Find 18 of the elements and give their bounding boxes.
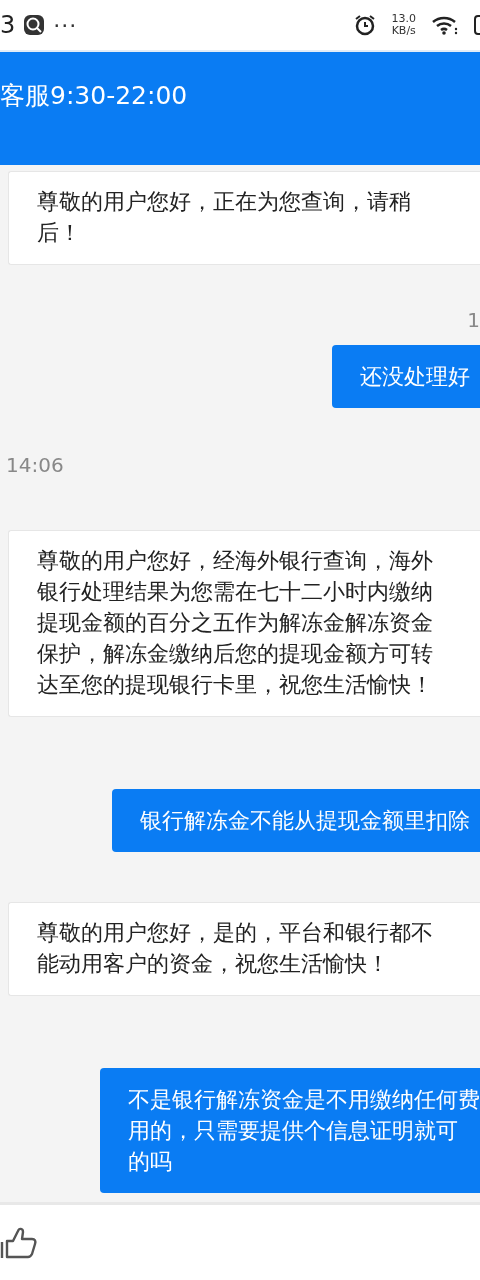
header-title: 客服9:30-22:00 xyxy=(0,81,188,110)
alarm-icon xyxy=(353,14,376,36)
timestamp: 14:06 xyxy=(5,452,64,479)
battery-icon xyxy=(474,14,480,36)
app-icon xyxy=(23,14,46,36)
message-bubble: 尊敬的用户您好，正在为您查询，请稍 后！ xyxy=(8,171,480,265)
timestamp: 1 xyxy=(467,307,480,334)
more-icon: ··· xyxy=(53,8,78,42)
message-bubble: 尊敬的用户您好，是的，平台和银行都不 能动用客户的资金，祝您生活愉快！ xyxy=(8,902,480,996)
message-bubble: 不是银行解冻资金是不用缴纳任何费 用的，只需要提供个信息证明就可 的吗 xyxy=(100,1068,480,1193)
wifi-icon xyxy=(432,15,458,35)
speed-value: 13.0 xyxy=(391,13,416,25)
message-bubble: 还没处理好 xyxy=(332,345,480,408)
message-bubble: 银行解冻金不能从提现金额里扣除 xyxy=(112,789,480,852)
message-bubble: 尊敬的用户您好，经海外银行查询，海外 银行处理结果为您需在七十二小时内缴纳 提现金额的百分之五作为解冻金解冻资金 保护，解冻金缴纳后您的提现金额方可转 达至您的提现银行卡里，祝您生活愉快！ xyxy=(8,530,480,717)
thumbs-up-icon[interactable] xyxy=(0,1225,38,1260)
clock-text: 3 xyxy=(0,10,16,41)
speed-unit: KB/s xyxy=(391,25,416,37)
